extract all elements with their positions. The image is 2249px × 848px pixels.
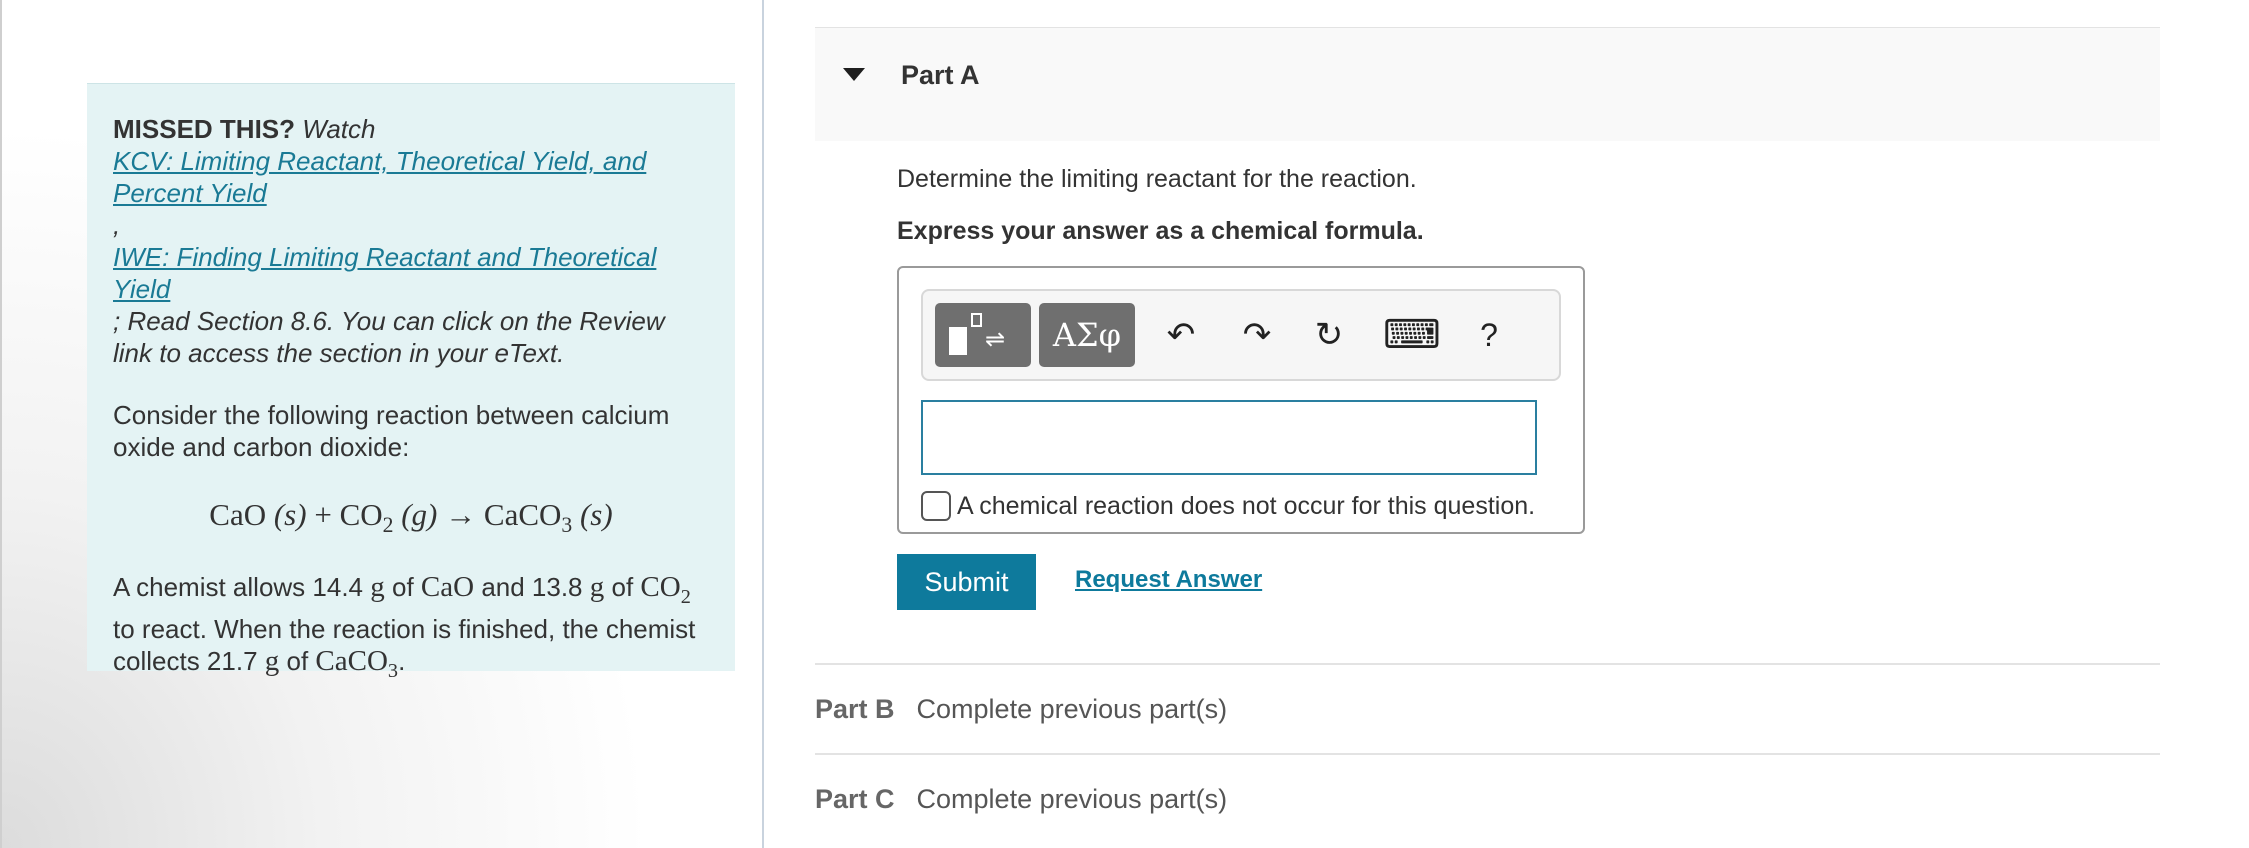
no-reaction-option[interactable]: A chemical reaction does not occur for t… [921,488,1535,524]
part-b-label: Part B [815,694,895,724]
no-reaction-checkbox[interactable] [921,491,951,521]
missed-label: MISSED THIS? [113,114,296,144]
collapse-caret-icon[interactable] [843,68,865,81]
redo-icon[interactable]: ↷ [1235,307,1279,363]
missed-this-heading: MISSED THIS? Watch [113,113,709,145]
instruction-text: Express your answer as a chemical formul… [897,217,1424,245]
part-divider [815,753,2160,755]
undo-icon[interactable]: ↶ [1159,307,1203,363]
read-section-text: ; Read Section 8.6. You can click on the… [113,306,665,368]
pane-divider[interactable] [762,0,764,848]
part-a-title: Part A [901,60,980,90]
request-answer-link[interactable]: Request Answer [1075,566,1262,594]
keyboard-icon[interactable]: ⌨ [1383,307,1441,363]
part-b-row: Part B Complete previous part(s) [815,694,1227,725]
part-divider [815,663,2160,665]
answer-input[interactable] [921,400,1537,475]
reset-icon[interactable]: ↻ [1307,307,1351,363]
help-icon[interactable]: ? [1467,307,1511,363]
link-separator: , [113,210,121,240]
question-text: Determine the limiting reactant for the … [897,165,1417,193]
no-reaction-label[interactable]: A chemical reaction does not occur for t… [957,492,1535,521]
answer-area: ⇌ ΑΣφ ↶ ↷ ↻ ⌨ ? A chemical reaction does… [897,266,1585,534]
templates-button[interactable]: ⇌ [935,303,1031,367]
greek-symbols-button[interactable]: ΑΣφ [1039,303,1135,367]
part-c-status: Complete previous part(s) [916,784,1228,814]
kcv-video-link[interactable]: KCV: Limiting Reactant, Theoretical Yiel… [113,146,646,208]
reaction-equation: CaO (s) + CO2 (g) → CaCO3 (s) [209,497,613,538]
watch-label: Watch [302,114,376,144]
missed-this-box: MISSED THIS? Watch KCV: Limiting Reactan… [87,83,735,682]
part-b-status: Complete previous part(s) [916,694,1228,724]
consider-text: Consider the following reaction between … [113,400,670,462]
math-toolbar: ⇌ ΑΣφ ↶ ↷ ↻ ⌨ ? [921,289,1561,381]
part-c-label: Part C [815,784,895,814]
submit-button[interactable]: Submit [897,554,1036,610]
iwe-video-link[interactable]: IWE: Finding Limiting Reactant and Theor… [113,242,656,304]
problem-text: A chemist allows 14.4 g of CaO and 13.8 … [113,571,696,682]
part-a-header[interactable]: Part A [815,27,2160,141]
part-c-row: Part C Complete previous part(s) [815,784,1227,815]
templates-icon [949,327,967,355]
